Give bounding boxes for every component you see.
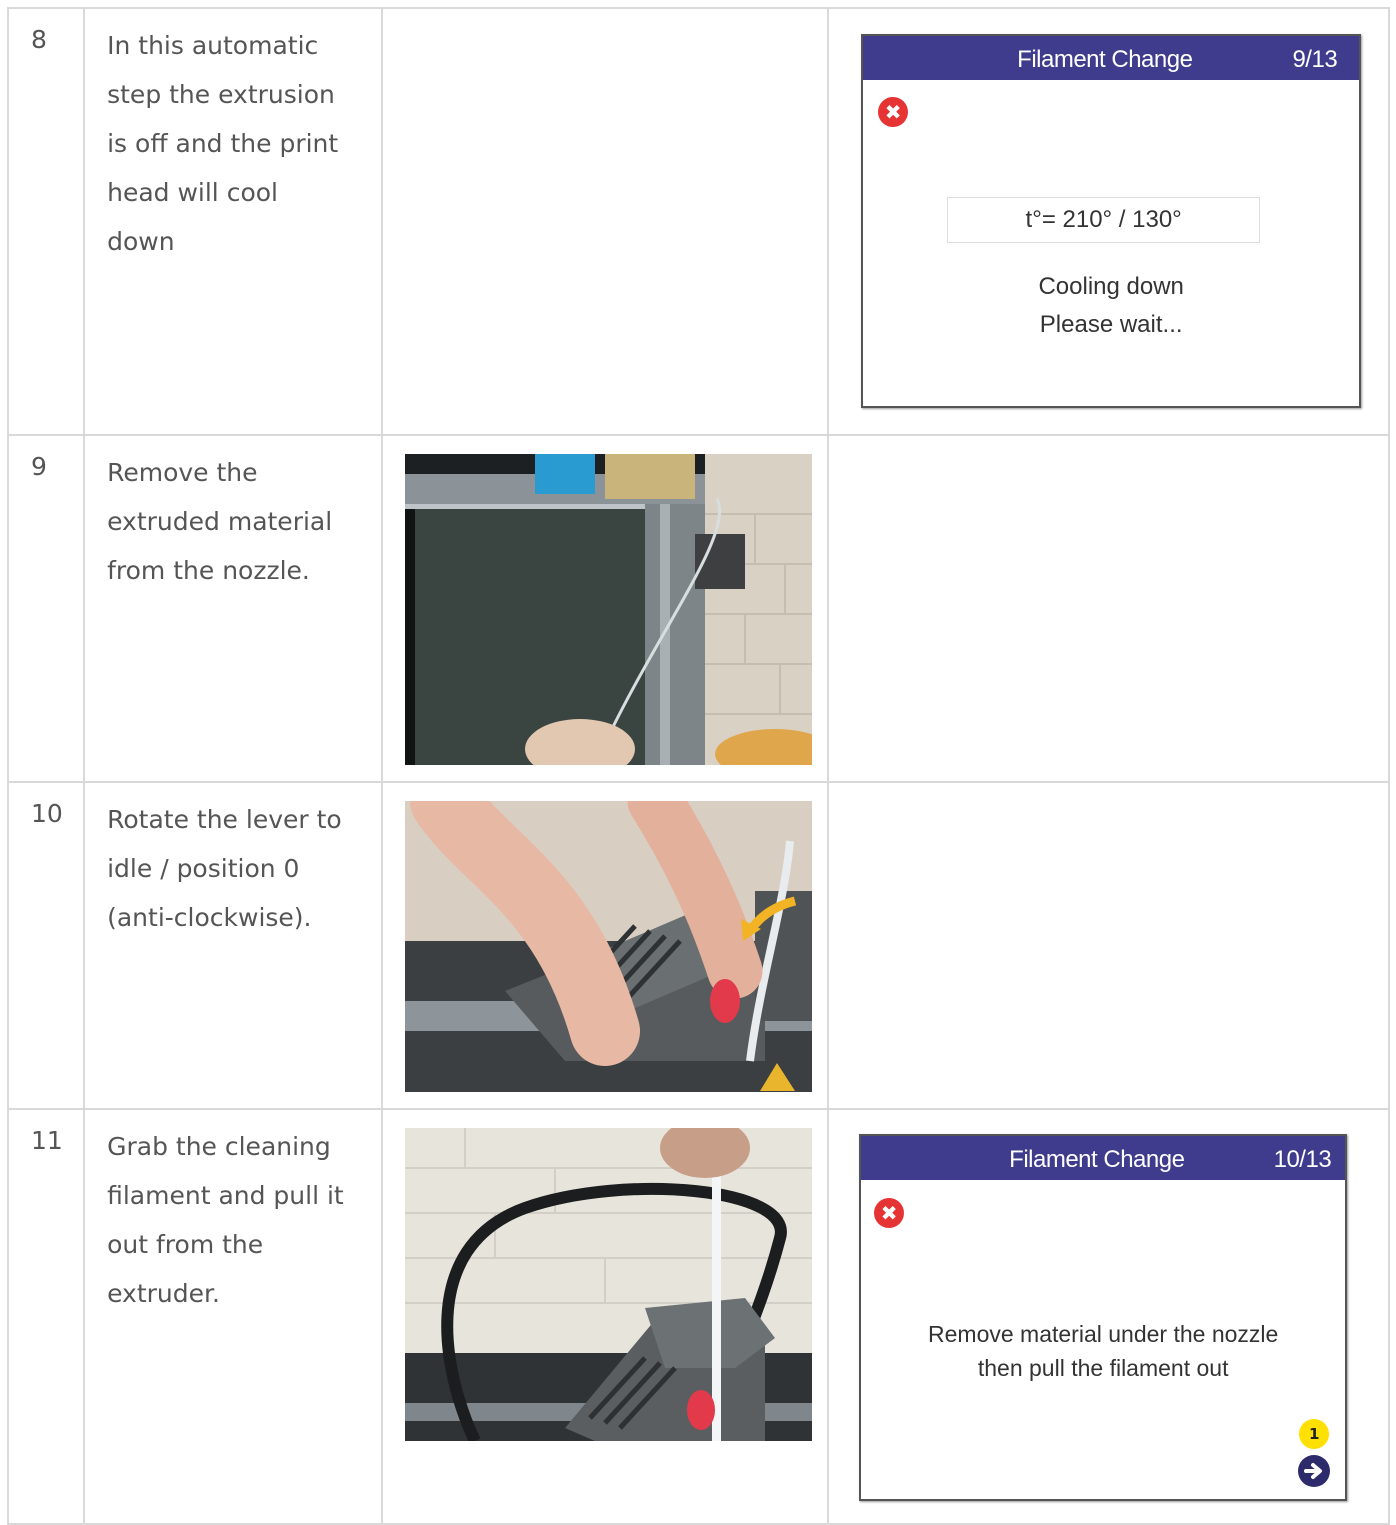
close-icon[interactable]: ✖ <box>874 1198 905 1228</box>
lever-photo-image <box>404 801 812 1092</box>
photo-cell <box>380 1108 830 1525</box>
description-line: (anti-clockwise). <box>107 903 312 932</box>
step-description: Rotate the lever to idle / position 0 (a… <box>83 781 383 1110</box>
temperature-readout: t°= 210° / 130° <box>947 197 1261 243</box>
screen-cell: Filament Change 10/13 ✖ Remove material … <box>827 1108 1390 1525</box>
step-number: 8 <box>6 7 86 436</box>
status-message-line2: Please wait... <box>1039 311 1183 338</box>
table-row: 8 In this automatic step the extrusion i… <box>6 7 1390 436</box>
notification-badge: 1 <box>1299 1419 1330 1449</box>
instruction-table: 8 In this automatic step the extrusion i… <box>6 7 1390 1525</box>
screen-cell: Filament Change 9/13 ✖ t°= 210° / 130° C… <box>827 7 1390 436</box>
instruction-message-line1: Remove material under the nozzle <box>928 1321 1279 1347</box>
screen-cell-empty <box>827 434 1390 783</box>
screen-cell-empty <box>827 781 1390 1110</box>
description-line: step the extrusion <box>107 80 335 109</box>
description-line: head will cool <box>107 178 278 207</box>
description-line: down <box>107 227 175 256</box>
lcd-screen-filament-change-10: Filament Change 10/13 ✖ Remove material … <box>859 1134 1348 1501</box>
description-line: Rotate the lever to <box>107 805 342 834</box>
filament-photo-image <box>404 1128 812 1441</box>
description-line: In this automatic <box>107 31 319 60</box>
photo-pull-filament <box>404 1128 812 1441</box>
table-row: 11 Grab the cleaning filament and pull i… <box>6 1108 1390 1525</box>
table-row: 9 Remove the extruded material from the … <box>6 434 1390 783</box>
description-line: from the nozzle. <box>107 556 310 585</box>
photo-cell <box>380 781 830 1110</box>
description-line: extruder. <box>107 1279 220 1308</box>
description-line: Remove the <box>107 458 258 487</box>
photo-cell-empty <box>380 7 830 436</box>
step-number: 10 <box>6 781 86 1110</box>
description-line: out from the <box>107 1230 264 1259</box>
lcd-header: Filament Change 9/13 <box>863 36 1360 80</box>
lcd-step-counter: 10/13 <box>1273 1146 1332 1173</box>
photo-rotate-lever <box>404 801 812 1092</box>
description-line: idle / position 0 <box>107 854 300 883</box>
description-line: filament and pull it <box>107 1181 344 1210</box>
description-line: Grab the cleaning <box>107 1132 331 1161</box>
step-description: In this automatic step the extrusion is … <box>83 7 383 436</box>
lcd-title: Filament Change <box>1009 1146 1185 1173</box>
lcd-screen-filament-change-9: Filament Change 9/13 ✖ t°= 210° / 130° C… <box>861 34 1362 408</box>
nozzle-photo-image <box>404 454 812 765</box>
step-description: Remove the extruded material from the no… <box>83 434 383 783</box>
lcd-header: Filament Change 10/13 <box>861 1136 1346 1180</box>
table-row: 10 Rotate the lever to idle / position 0… <box>6 781 1390 1110</box>
step-number: 9 <box>6 434 86 783</box>
photo-remove-extruded-material <box>404 454 812 765</box>
instruction-message-line2: then pull the filament out <box>977 1355 1229 1381</box>
lcd-step-counter: 9/13 <box>1292 46 1338 73</box>
lcd-title: Filament Change <box>1017 46 1193 73</box>
close-icon[interactable]: ✖ <box>878 97 909 127</box>
arrow-right-icon[interactable] <box>1298 1455 1331 1487</box>
step-description: Grab the cleaning filament and pull it o… <box>83 1108 383 1525</box>
description-line: extruded material <box>107 507 333 536</box>
status-message-line1: Cooling down <box>1038 273 1184 300</box>
photo-cell <box>380 434 830 783</box>
step-number: 11 <box>6 1108 86 1525</box>
description-line: is off and the print <box>107 129 339 158</box>
